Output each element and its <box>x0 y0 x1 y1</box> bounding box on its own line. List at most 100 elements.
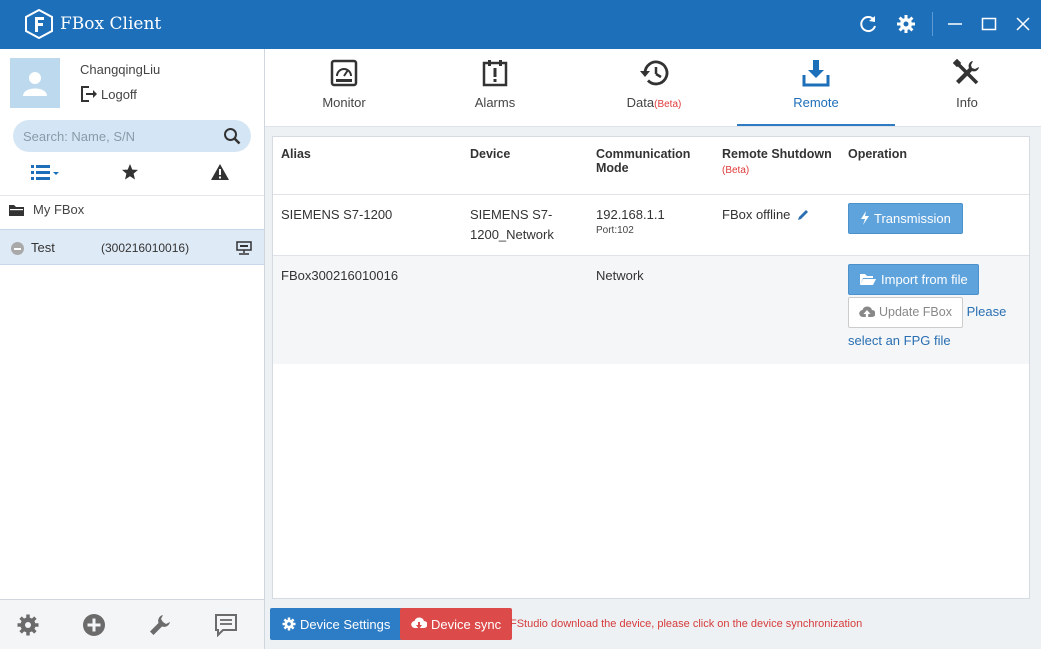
app-logo-icon <box>25 9 53 39</box>
maximize-icon[interactable] <box>976 12 1002 36</box>
device-settings-button[interactable]: Device Settings <box>270 608 403 640</box>
history-icon <box>640 60 669 86</box>
tab-info-label: Info <box>956 95 978 110</box>
header-beta-tag: (Beta) <box>722 165 750 176</box>
header-remote-shutdown: Remote Shutdown (Beta) <box>714 137 840 195</box>
search-input[interactable] <box>23 120 218 152</box>
update-fbox-button[interactable]: Update FBox <box>848 296 963 328</box>
remote-table-panel: Alias Device Communication Mode Remote S… <box>272 136 1030 599</box>
logout-icon <box>81 86 97 102</box>
cell-communication: 192.168.1.1 Port:102 <box>588 194 714 256</box>
tab-remote[interactable]: Remote <box>737 49 895 127</box>
download-icon <box>802 60 830 87</box>
header-communication-mode: Communication Mode <box>588 137 714 195</box>
import-label: Import from file <box>881 271 968 287</box>
cell-operation: Transmission <box>840 194 1029 256</box>
cell-alias: FBox300216010016 <box>273 255 462 364</box>
header-alias: Alias <box>273 137 462 195</box>
gear-icon <box>282 617 296 631</box>
add-circle-icon[interactable] <box>80 611 108 639</box>
avatar[interactable] <box>10 58 60 108</box>
cell-alias: SIEMENS S7-1200 <box>273 194 462 256</box>
header-operation: Operation <box>840 137 1029 195</box>
monitor-icon <box>330 59 358 87</box>
cell-device <box>462 255 588 364</box>
tab-info[interactable]: Info <box>888 49 1041 127</box>
header-remote-shutdown-label: Remote Shutdown <box>722 147 832 161</box>
alarm-warning-icon[interactable] <box>210 163 230 184</box>
cell-ip: 192.168.1.1 <box>596 206 665 222</box>
device-sync-button[interactable]: Device sync <box>400 608 513 640</box>
list-view-dropdown[interactable] <box>30 163 60 184</box>
sidebar: ChangqingLiu Logoff My FBox Test <box>0 49 265 649</box>
favorites-star-icon[interactable] <box>121 163 139 184</box>
collapse-icon[interactable] <box>11 242 24 255</box>
edit-pencil-icon[interactable] <box>796 208 810 222</box>
app-title: FBox Client <box>60 14 162 34</box>
alarm-icon <box>482 60 508 87</box>
wrench-icon[interactable] <box>146 611 174 639</box>
search-box <box>13 120 251 152</box>
cell-shutdown: FBox offline <box>714 194 840 256</box>
device-settings-label: Device Settings <box>300 616 391 632</box>
minimize-icon[interactable] <box>942 12 968 36</box>
table-header-row: Alias Device Communication Mode Remote S… <box>273 137 1029 195</box>
sync-message: FStudio download the device, please clic… <box>510 618 863 630</box>
cell-shutdown <box>714 255 840 364</box>
network-icon <box>236 241 252 255</box>
bottom-toolbar: Device Settings Device sync FStudio down… <box>265 601 1041 649</box>
title-bar: FBox Client <box>0 0 1041 49</box>
list-icon <box>31 165 59 180</box>
shutdown-status: FBox offline <box>722 206 791 222</box>
tools-icon <box>953 59 979 85</box>
user-icon <box>23 72 47 96</box>
tab-remote-label: Remote <box>793 95 839 110</box>
folder-open-icon <box>860 274 876 285</box>
refresh-icon[interactable] <box>855 12 881 36</box>
device-sync-label: Device sync <box>431 616 502 632</box>
logoff-button[interactable]: Logoff <box>80 86 137 102</box>
cloud-upload-icon <box>859 306 875 318</box>
logoff-label: Logoff <box>101 86 137 102</box>
device-name: Test <box>31 240 55 255</box>
tab-data-label: Data(Beta) <box>575 95 733 110</box>
tab-bar: Monitor Alarms Data(Beta) Remote Info <box>265 49 1041 127</box>
tab-data[interactable]: Data(Beta) <box>575 49 733 127</box>
tab-data-beta: (Beta) <box>654 99 682 110</box>
titlebar-divider <box>932 12 933 36</box>
remote-table: Alias Device Communication Mode Remote S… <box>273 137 1029 364</box>
tree-item-test[interactable]: Test (300216010016) <box>0 229 264 265</box>
update-fbox-label: Update FBox <box>879 305 952 319</box>
tab-alarms[interactable]: Alarms <box>416 49 574 127</box>
main-panel: Monitor Alarms Data(Beta) Remote Info Al… <box>265 49 1041 649</box>
tab-monitor-label: Monitor <box>322 95 366 110</box>
tab-divider <box>265 126 1041 127</box>
lightning-icon <box>861 211 869 225</box>
transmission-button[interactable]: Transmission <box>848 202 963 234</box>
username: ChangqingLiu <box>80 62 161 77</box>
cell-operation: Import from file Update FBox Please sele… <box>840 255 1029 364</box>
gear-icon[interactable] <box>14 611 42 639</box>
import-from-file-button[interactable]: Import from file <box>848 263 979 295</box>
cell-device: SIEMENS S7-1200_Network <box>462 194 588 256</box>
settings-gear-icon[interactable] <box>893 12 919 36</box>
message-icon[interactable] <box>212 611 240 639</box>
transmission-label: Transmission <box>874 210 951 226</box>
table-row: FBox300216010016 Network Import from fil… <box>273 255 1029 364</box>
tree-root-my-fbox[interactable]: My FBox <box>8 202 84 217</box>
cell-communication: Network <box>588 255 714 364</box>
table-row: SIEMENS S7-1200 SIEMENS S7-1200_Network … <box>273 194 1029 256</box>
search-icon[interactable] <box>223 127 241 145</box>
filter-bar <box>0 159 264 189</box>
tab-monitor[interactable]: Monitor <box>265 49 423 127</box>
close-icon[interactable] <box>1010 12 1036 36</box>
device-serial: (300216010016) <box>101 241 190 255</box>
cloud-sync-icon <box>411 617 427 629</box>
header-device: Device <box>462 137 588 195</box>
tree-root-label: My FBox <box>33 202 85 217</box>
folder-icon <box>9 204 24 216</box>
cell-port: Port:102 <box>596 224 634 236</box>
tab-alarms-label: Alarms <box>474 95 516 110</box>
tab-data-text: Data <box>626 95 655 110</box>
sidebar-divider <box>0 195 264 196</box>
